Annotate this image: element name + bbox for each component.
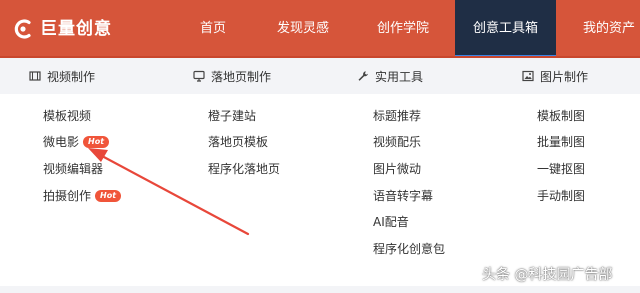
category-label: 实用工具 <box>375 69 424 84</box>
menu-item-shoot-create[interactable]: 拍摄创作 Hot <box>43 188 122 204</box>
category-label: 图片制作 <box>540 69 589 84</box>
category-label: 落地页制作 <box>211 69 272 84</box>
menu-item-title-recommend[interactable]: 标题推荐 <box>373 108 421 124</box>
menu-item-landing-template[interactable]: 落地页模板 <box>208 134 268 150</box>
category-image[interactable]: 图片制作 <box>522 68 588 84</box>
menu-item-speech-to-subtitle[interactable]: 语音转字幕 <box>373 188 433 204</box>
menu-item-video-music[interactable]: 视频配乐 <box>373 134 421 150</box>
menu-item-label: 橙子建站 <box>208 109 257 123</box>
menu-item-micro-film[interactable]: 微电影 Hot <box>43 134 110 150</box>
nav-creative-toolbox[interactable]: 创意工具箱 <box>455 0 556 58</box>
menu-item-label: 视频配乐 <box>373 135 422 149</box>
monitor-icon <box>193 70 205 82</box>
menu-item-manual-image[interactable]: 手动制图 <box>537 188 585 204</box>
brand-logo-icon <box>12 18 34 40</box>
menu-item-label: 模板制图 <box>537 109 586 123</box>
menu-item-label: 拍摄创作 <box>43 189 92 203</box>
category-bar: 视频制作 落地页制作 实用工具 图片制作 <box>0 58 640 94</box>
menu-item-label: 模板视频 <box>43 109 92 123</box>
menu-item-label: 落地页模板 <box>208 135 269 149</box>
category-landing-page[interactable]: 落地页制作 <box>193 68 271 84</box>
brand-logo[interactable]: 巨量创意 <box>12 17 112 41</box>
menu-item-template-video[interactable]: 模板视频 <box>43 108 91 124</box>
menu-item-programmatic-creative[interactable]: 程序化创意包 <box>373 241 445 257</box>
menu-item-one-click-cutout[interactable]: 一键抠图 <box>537 161 585 177</box>
menu-item-batch-image[interactable]: 批量制图 <box>537 134 585 150</box>
menu-item-label: 手动制图 <box>537 189 586 203</box>
menu-item-label: 程序化创意包 <box>373 242 446 256</box>
menu-item-label: 标题推荐 <box>373 109 422 123</box>
bottom-divider <box>0 286 640 293</box>
hot-badge: Hot <box>83 136 110 148</box>
menu-item-programmatic-landing[interactable]: 程序化落地页 <box>208 161 280 177</box>
image-icon <box>522 70 534 82</box>
brand-name: 巨量创意 <box>40 19 112 39</box>
category-video[interactable]: 视频制作 <box>29 68 95 84</box>
menu-item-label: AI配音 <box>373 215 409 229</box>
menu-item-chengzi-site[interactable]: 橙子建站 <box>208 108 256 124</box>
menu-item-label: 程序化落地页 <box>208 162 281 176</box>
nav-home[interactable]: 首页 <box>190 0 236 58</box>
menu-item-image-motion[interactable]: 图片微动 <box>373 161 421 177</box>
nav-academy[interactable]: 创作学院 <box>370 0 436 58</box>
watermark: 头条 @科技园广告部 <box>482 267 613 283</box>
menu-item-label: 图片微动 <box>373 162 422 176</box>
nav-my-assets[interactable]: 我的资产 <box>583 0 640 58</box>
menu-item-ai-voice[interactable]: AI配音 <box>373 214 409 230</box>
nav-inspiration[interactable]: 发现灵感 <box>270 0 336 58</box>
category-utilities[interactable]: 实用工具 <box>357 68 423 84</box>
menu-item-label: 微电影 <box>43 135 80 149</box>
menu-item-video-editor[interactable]: 视频编辑器 <box>43 161 103 177</box>
menu-item-template-image[interactable]: 模板制图 <box>537 108 585 124</box>
menu-item-label: 视频编辑器 <box>43 162 104 176</box>
menu-item-label: 一键抠图 <box>537 162 586 176</box>
film-icon <box>29 71 41 81</box>
top-nav: 巨量创意 首页 发现灵感 创作学院 创意工具箱 我的资产 <box>0 0 640 58</box>
hot-badge: Hot <box>95 190 122 202</box>
wrench-icon <box>358 71 368 81</box>
menu-item-label: 语音转字幕 <box>373 189 434 203</box>
category-label: 视频制作 <box>47 69 96 84</box>
menu-item-label: 批量制图 <box>537 135 586 149</box>
